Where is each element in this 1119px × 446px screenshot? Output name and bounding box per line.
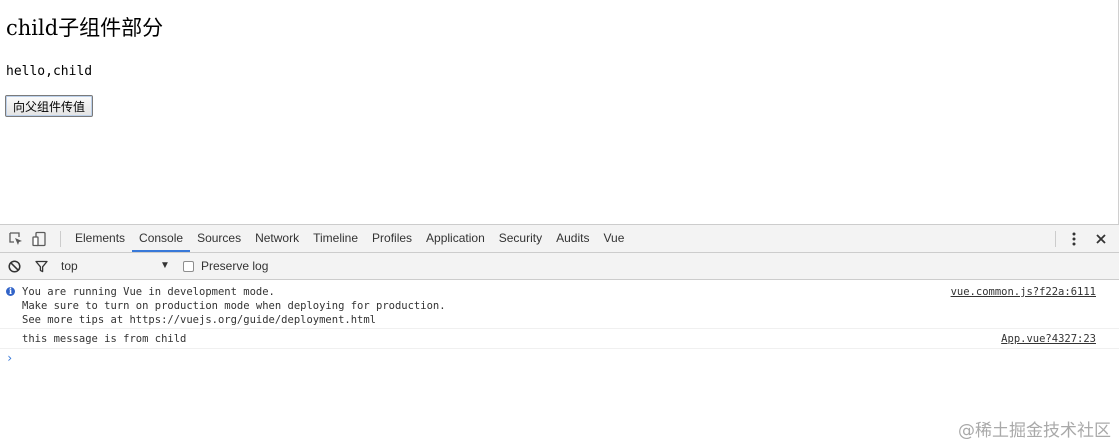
watermark: @稀土掘金技术社区: [958, 421, 1111, 441]
preserve-log-label[interactable]: Preserve log: [201, 253, 268, 279]
message-source-link[interactable]: App.vue?4327:23: [1001, 332, 1096, 346]
preserve-log-checkbox[interactable]: [183, 261, 194, 272]
console-prompt[interactable]: ›: [0, 349, 1119, 369]
message-line: Make sure to turn on production mode whe…: [22, 300, 446, 312]
clear-console-icon[interactable]: [6, 253, 22, 279]
context-selector[interactable]: top: [61, 253, 78, 279]
page-viewport: child子组件部分 hello,child 向父组件传值: [0, 0, 1119, 224]
filter-icon[interactable]: [33, 253, 49, 279]
tab-application[interactable]: Application: [419, 225, 492, 252]
message-line: See more tips at https://vuejs.org/guide…: [22, 314, 377, 326]
devtools-panel: Elements Console Sources Network Timelin…: [0, 224, 1119, 446]
message-line: this message is from child: [22, 333, 187, 345]
toolbar-separator: [60, 231, 61, 247]
tab-vue[interactable]: Vue: [596, 225, 631, 252]
tab-timeline[interactable]: Timeline: [306, 225, 365, 252]
device-toolbar-icon[interactable]: [31, 225, 49, 252]
tab-elements[interactable]: Elements: [68, 225, 132, 252]
greeting-text: hello,child: [6, 64, 93, 79]
console-message: i You are running Vue in development mod…: [0, 280, 1119, 329]
devtools-tabs: Elements Console Sources Network Timelin…: [68, 225, 631, 252]
send-to-parent-button[interactable]: 向父组件传值: [5, 95, 94, 117]
tab-profiles[interactable]: Profiles: [365, 225, 419, 252]
more-options-icon[interactable]: [1066, 225, 1082, 252]
tab-audits[interactable]: Audits: [549, 225, 596, 252]
tab-console[interactable]: Console: [132, 225, 191, 252]
close-icon[interactable]: [1093, 225, 1109, 252]
message-line: You are running Vue in development mode.: [22, 286, 275, 298]
devtools-tabbar: Elements Console Sources Network Timelin…: [0, 225, 1119, 253]
page-title: child子组件部分: [6, 16, 164, 40]
info-icon: i: [6, 287, 15, 296]
toolbar-separator: [1055, 231, 1056, 247]
inspect-element-icon[interactable]: [6, 225, 24, 252]
dropdown-arrow-icon[interactable]: ▼: [160, 253, 170, 279]
prompt-chevron-icon: ›: [6, 351, 14, 365]
tab-sources[interactable]: Sources: [190, 225, 248, 252]
message-source-link[interactable]: vue.common.js?f22a:6111: [951, 285, 1096, 299]
tab-network[interactable]: Network: [248, 225, 306, 252]
console-output: i You are running Vue in development mod…: [0, 280, 1119, 369]
console-filter-bar: top ▼ Preserve log: [0, 253, 1119, 280]
console-message: this message is from child App.vue?4327:…: [0, 329, 1119, 349]
tab-security[interactable]: Security: [492, 225, 549, 252]
